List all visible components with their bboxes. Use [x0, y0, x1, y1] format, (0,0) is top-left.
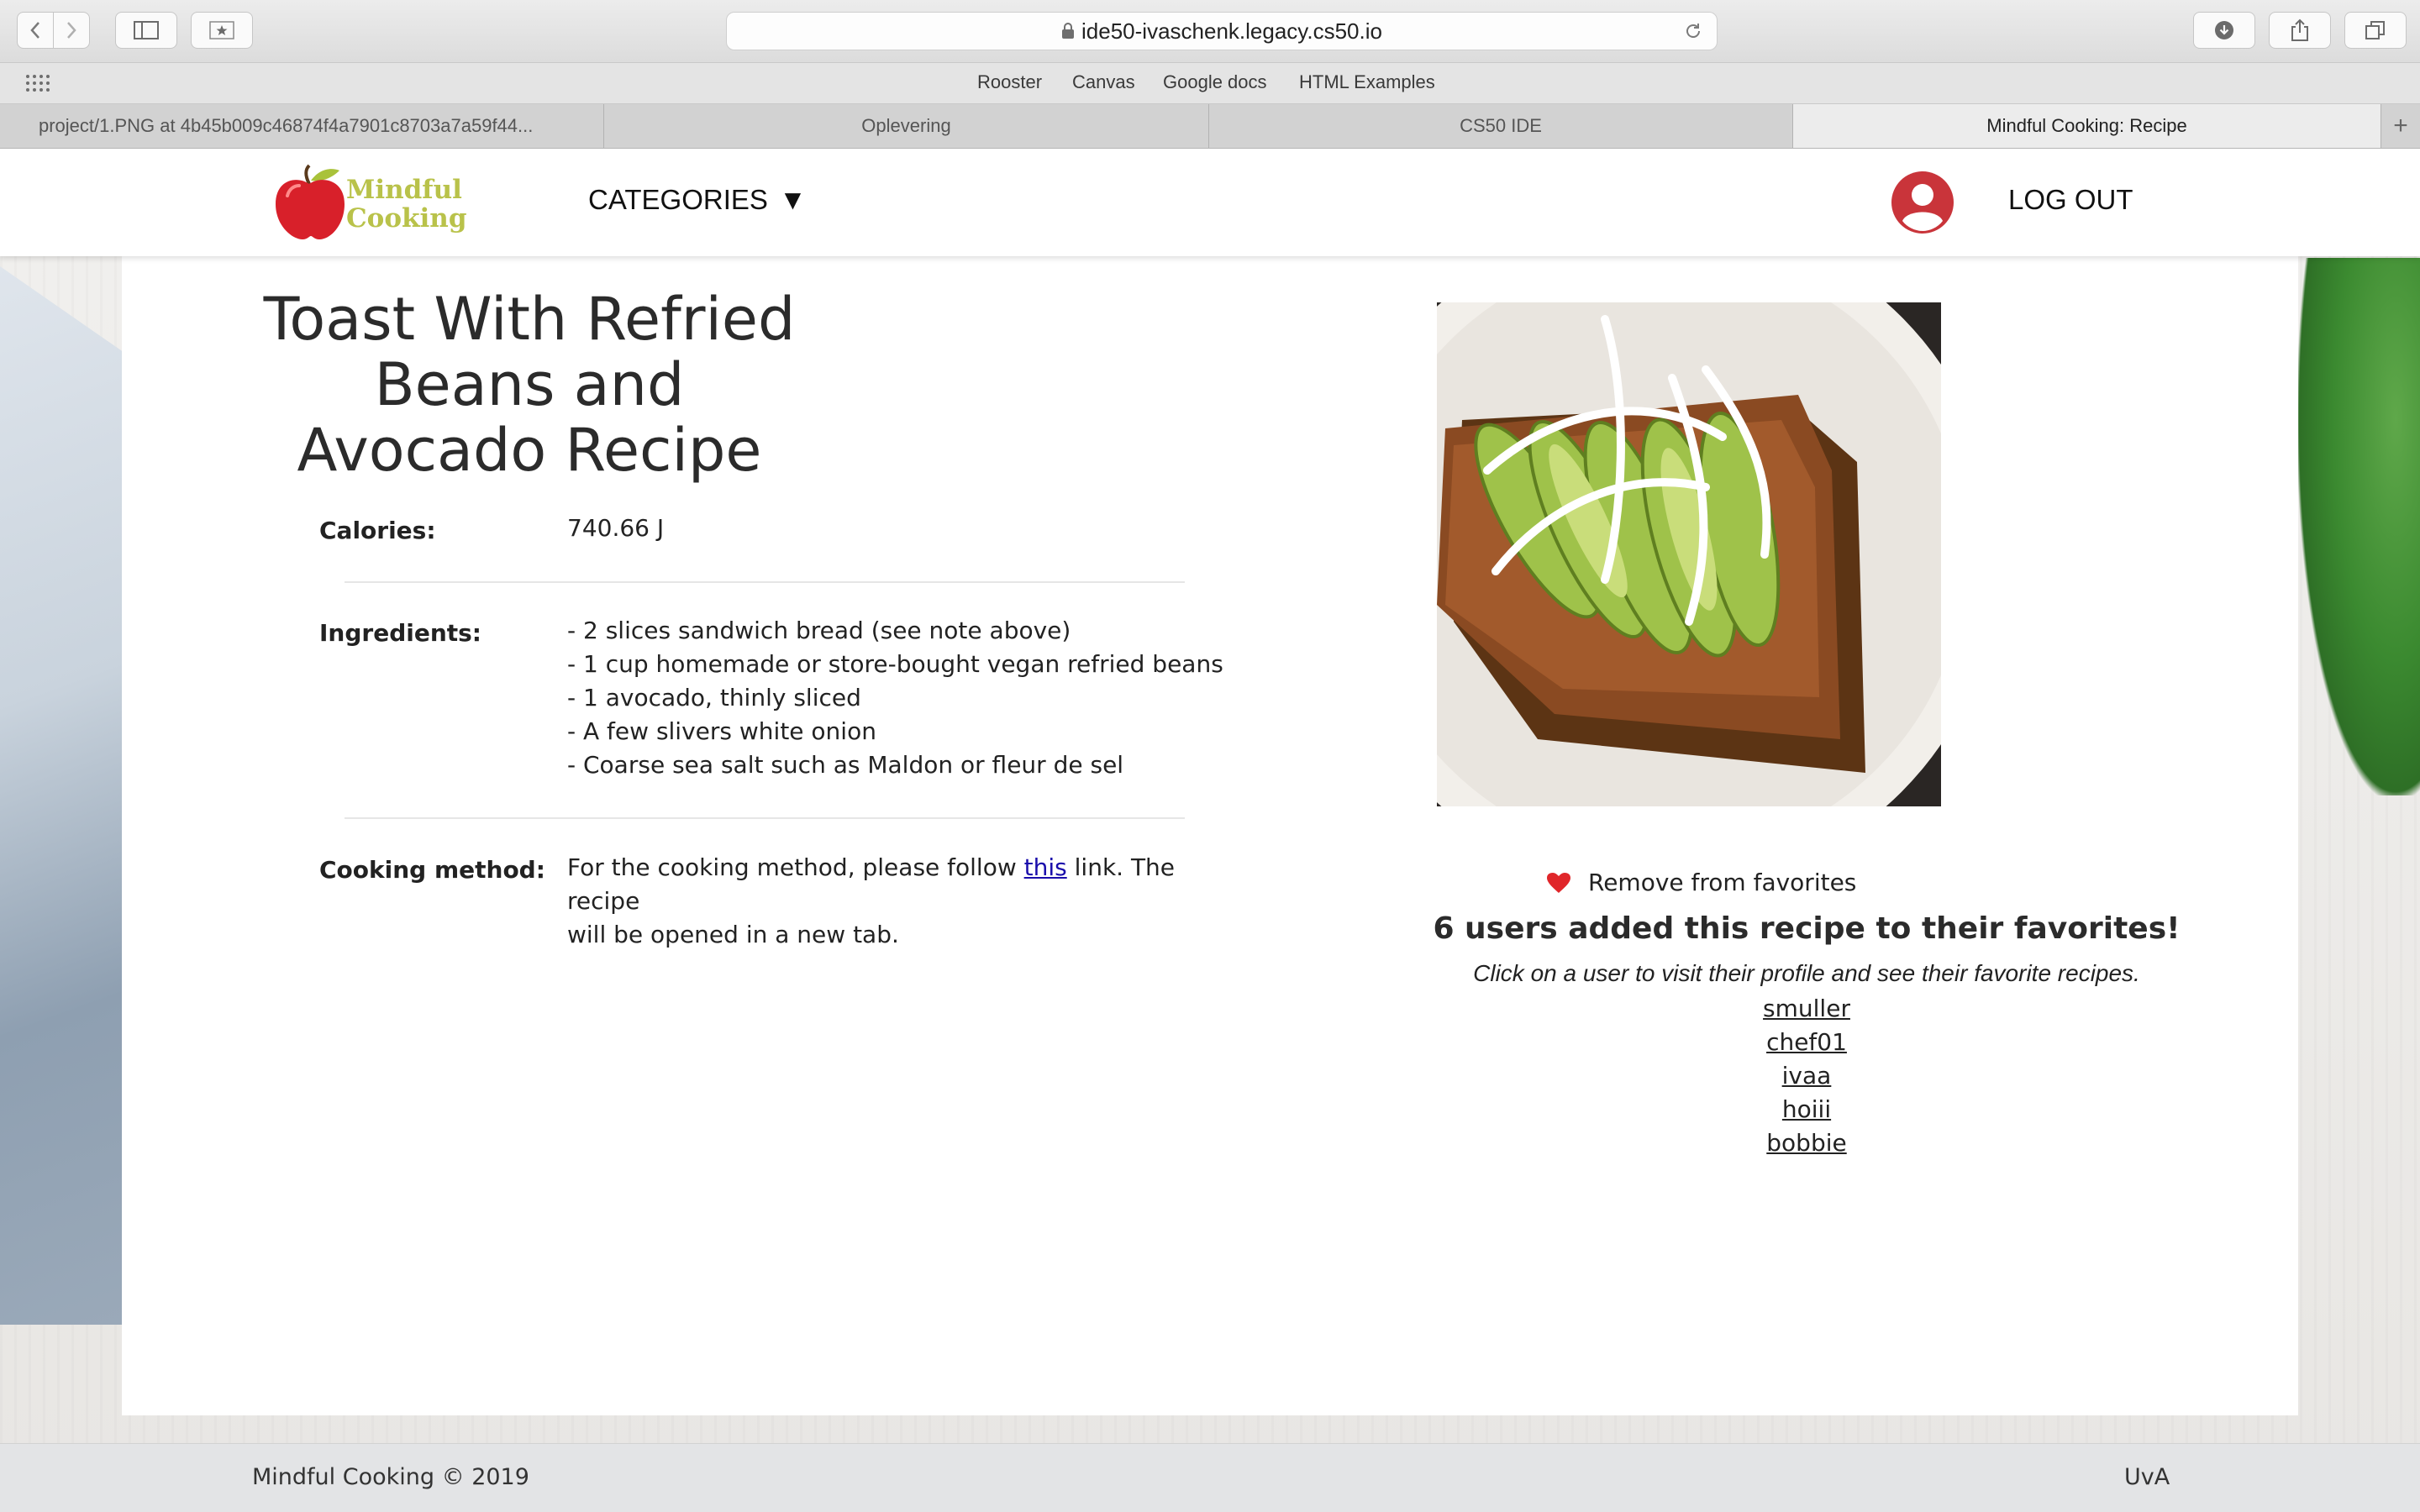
cooking-method-line-2: will be opened in a new tab. — [567, 921, 899, 948]
favorite-users-list: smuller chef01 ivaa hoiii bobbie — [1634, 992, 1979, 1160]
bookmark-google-docs[interactable]: Google docs — [1163, 71, 1267, 93]
tab-label: CS50 IDE — [1460, 115, 1542, 136]
footer-university: UvA — [2124, 1464, 2170, 1490]
address-bar[interactable]: ide50-ivaschenk.legacy.cs50.io — [726, 12, 1718, 50]
cooking-method-label: Cooking method: — [319, 856, 545, 884]
plus-icon: + — [2393, 112, 2408, 139]
heart-icon — [1547, 872, 1570, 893]
user-link-smuller[interactable]: smuller — [1634, 992, 1979, 1026]
favorites-button[interactable] — [191, 12, 253, 49]
apple-logo-icon — [276, 164, 345, 239]
remove-favorite-label: Remove from favorites — [1588, 869, 1857, 896]
bookmark-rooster[interactable]: Rooster — [977, 71, 1042, 93]
categories-dropdown[interactable]: CATEGORIES ▼ — [588, 184, 807, 216]
ingredients-list: - 2 slices sandwich bread (see note abov… — [567, 614, 1223, 782]
logo-line-1: Mindful — [346, 175, 462, 205]
ingredient-item: - 2 slices sandwich bread (see note abov… — [567, 617, 1071, 644]
logout-link[interactable]: LOG OUT — [2008, 184, 2133, 216]
share-icon — [2291, 18, 2308, 41]
recipe-panel: Toast With Refried Beans and Avocado Rec… — [122, 256, 2298, 1415]
site-navbar: Mindful Cooking CATEGORIES ▼ LOG OUT — [0, 149, 2420, 256]
recipe-title-line-2: Avocado Recipe — [297, 416, 762, 485]
ingredient-item: - 1 cup homemade or store-bought vegan r… — [567, 650, 1223, 678]
favorites-count-heading: 6 users added this recipe to their favor… — [1433, 911, 2181, 946]
tabs-icon — [2365, 21, 2385, 39]
grid-apps-icon[interactable] — [25, 74, 50, 92]
cooking-method-line-1: For the cooking method, please follow th… — [567, 851, 1189, 918]
recipe-title: Toast With Refried Beans and Avocado Rec… — [206, 286, 853, 483]
cooking-method-intro: For the cooking method, please follow — [567, 853, 1024, 881]
recipe-photo-illustration — [1437, 302, 1941, 806]
footer-copyright: Mindful Cooking © 2019 — [252, 1464, 529, 1490]
logo-line-2: Cooking — [346, 203, 467, 234]
tab-overview-button[interactable] — [2344, 12, 2407, 49]
user-link-ivaa[interactable]: ivaa — [1634, 1059, 1979, 1093]
site-footer: Mindful Cooking © 2019 UvA — [0, 1443, 2420, 1512]
tab-project-png[interactable]: project/1.PNG at 4b45b009c46874f4a7901c8… — [0, 104, 604, 148]
new-tab-button[interactable]: + — [2381, 104, 2420, 148]
ingredient-item: - A few slivers white onion — [567, 717, 876, 745]
divider — [345, 817, 1185, 819]
reload-icon[interactable] — [1683, 21, 1703, 41]
caret-down-icon: ▼ — [779, 184, 807, 215]
web-page: Mindful Cooking CATEGORIES ▼ LOG OUT Toa… — [0, 149, 2420, 1512]
bookmark-html-examples[interactable]: HTML Examples — [1299, 71, 1435, 93]
sidebar-icon — [134, 21, 159, 39]
url-text: ide50-ivaschenk.legacy.cs50.io — [1081, 18, 1382, 44]
user-link-chef01[interactable]: chef01 — [1634, 1026, 1979, 1059]
download-icon — [2215, 21, 2233, 39]
user-link-bobbie[interactable]: bobbie — [1634, 1126, 1979, 1160]
user-link-hoiii[interactable]: hoiii — [1634, 1093, 1979, 1126]
logo-text: Mindful Cooking — [346, 176, 467, 233]
background-leaves-decoration — [2298, 258, 2420, 795]
recipe-title-line-1: Toast With Refried Beans and — [263, 285, 796, 419]
background-cloth-decoration — [0, 266, 122, 1325]
tab-label: Oplevering — [861, 115, 951, 136]
recipe-source-link[interactable]: this — [1024, 853, 1067, 881]
favorites-hint: Click on a user to visit their profile a… — [1473, 960, 2140, 986]
chevron-right-icon — [67, 22, 76, 39]
tab-bar: project/1.PNG at 4b45b009c46874f4a7901c8… — [0, 104, 2420, 149]
user-avatar-icon[interactable] — [1891, 171, 1954, 234]
tab-label: project/1.PNG at 4b45b009c46874f4a7901c8… — [39, 115, 534, 136]
star-bookmark-icon — [209, 21, 234, 39]
chevron-left-icon — [30, 22, 39, 39]
ingredient-item: - Coarse sea salt such as Maldon or fleu… — [567, 751, 1124, 779]
tab-cs50-ide[interactable]: CS50 IDE — [1209, 104, 1793, 148]
cooking-method-text: For the cooking method, please follow th… — [567, 851, 1189, 952]
ingredient-item: - 1 avocado, thinly sliced — [567, 684, 861, 711]
downloads-button[interactable] — [2193, 12, 2255, 49]
bookmarks-bar: Rooster Canvas Google docs HTML Examples — [0, 63, 2420, 104]
remove-favorite-button[interactable]: Remove from favorites — [1546, 869, 1856, 896]
ingredients-label: Ingredients: — [319, 619, 482, 647]
forward-button[interactable] — [53, 12, 90, 49]
tab-oplevering[interactable]: Oplevering — [604, 104, 1209, 148]
browser-toolbar: ide50-ivaschenk.legacy.cs50.io — [0, 0, 2420, 63]
share-button[interactable] — [2269, 12, 2331, 49]
recipe-photo — [1437, 302, 1941, 806]
categories-label: CATEGORIES — [588, 184, 768, 215]
calories-value: 740.66 J — [567, 514, 665, 542]
tab-label: Mindful Cooking: Recipe — [1986, 115, 2187, 136]
sidebar-button[interactable] — [115, 12, 177, 49]
site-logo[interactable]: Mindful Cooking — [272, 160, 467, 244]
back-button[interactable] — [17, 12, 54, 49]
tab-mindful-cooking[interactable]: Mindful Cooking: Recipe — [1793, 104, 2381, 148]
calories-label: Calories: — [319, 517, 436, 544]
divider — [345, 581, 1185, 583]
lock-icon — [1062, 23, 1075, 39]
bookmark-canvas[interactable]: Canvas — [1072, 71, 1135, 93]
